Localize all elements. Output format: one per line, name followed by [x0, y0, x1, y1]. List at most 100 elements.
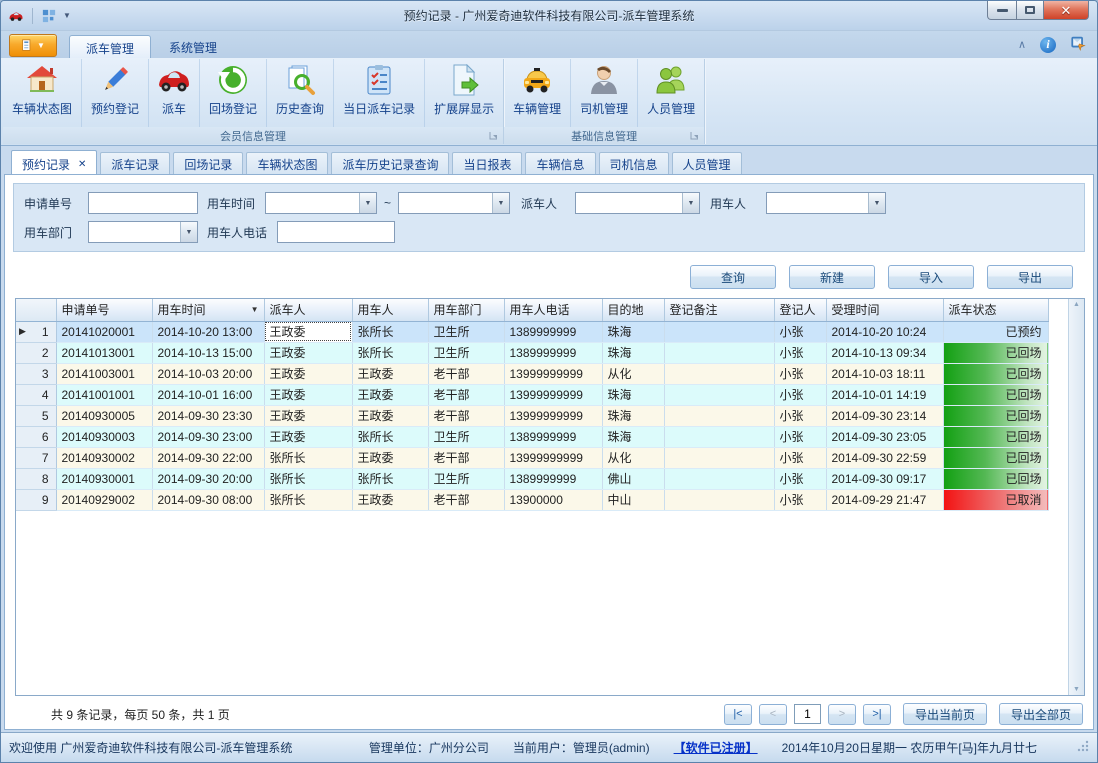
cell-note[interactable]: [664, 321, 774, 342]
cell-registrar[interactable]: 小张: [774, 426, 826, 447]
cell-user[interactable]: 张所长: [352, 342, 428, 363]
doc-tab-5[interactable]: 当日报表: [452, 152, 522, 174]
import-button[interactable]: 导入: [888, 265, 974, 289]
quick-access-dropdown-icon[interactable]: ▼: [63, 11, 71, 20]
time-to-combo[interactable]: ▼: [398, 192, 510, 214]
row-indicator[interactable]: 2: [16, 342, 56, 363]
dialog-launcher-icon[interactable]: [488, 130, 500, 142]
row-indicator[interactable]: ▶1: [16, 321, 56, 342]
cell-status[interactable]: 已取消: [943, 489, 1048, 510]
cell-note[interactable]: [664, 489, 774, 510]
column-header-10[interactable]: 受理时间: [826, 299, 943, 321]
time-from-combo[interactable]: ▼: [265, 192, 377, 214]
column-header-5[interactable]: 用车部门: [428, 299, 504, 321]
next-page-button[interactable]: >: [828, 704, 856, 725]
column-header-11[interactable]: 派车状态: [943, 299, 1048, 321]
sort-desc-icon[interactable]: ▼: [251, 305, 259, 314]
ribbon-button-house[interactable]: 车辆状态图: [3, 59, 82, 127]
table-row-4[interactable]: 5201409300052014-09-30 23:30王政委王政委老干部139…: [16, 405, 1048, 426]
cell-registrar[interactable]: 小张: [774, 405, 826, 426]
table-row-0[interactable]: ▶1201410200012014-10-20 13:00王政委张所长卫生所13…: [16, 321, 1048, 342]
ribbon-button-recycle[interactable]: 回场登记: [200, 59, 267, 127]
cell-note[interactable]: [664, 426, 774, 447]
cell-dept[interactable]: 老干部: [428, 489, 504, 510]
cell-phone[interactable]: 1389999999: [504, 426, 602, 447]
cell-note[interactable]: [664, 363, 774, 384]
cell-use-time[interactable]: 2014-10-03 20:00: [152, 363, 264, 384]
cell-destination[interactable]: 从化: [602, 363, 664, 384]
cell-status[interactable]: 已回场: [943, 447, 1048, 468]
cell-phone[interactable]: 13999999999: [504, 447, 602, 468]
cell-dispatcher[interactable]: 张所长: [264, 447, 352, 468]
prev-page-button[interactable]: <: [759, 704, 787, 725]
cell-dept[interactable]: 老干部: [428, 405, 504, 426]
cell-destination[interactable]: 珠海: [602, 342, 664, 363]
doc-tab-0[interactable]: 预约记录✕: [11, 150, 97, 174]
dialog-launcher-icon[interactable]: [689, 130, 701, 142]
resize-grip[interactable]: [1077, 740, 1089, 755]
scroll-down-icon[interactable]: ▼: [1073, 686, 1080, 693]
column-header-2[interactable]: 用车时间▼: [152, 299, 264, 321]
cell-use-time[interactable]: 2014-09-30 23:30: [152, 405, 264, 426]
table-row-2[interactable]: 3201410030012014-10-03 20:00王政委王政委老干部139…: [16, 363, 1048, 384]
cell-status[interactable]: 已回场: [943, 342, 1048, 363]
last-page-button[interactable]: >|: [863, 704, 891, 725]
cell-registrar[interactable]: 小张: [774, 489, 826, 510]
cell-destination[interactable]: 珠海: [602, 426, 664, 447]
table-row-8[interactable]: 9201409290022014-09-30 08:00张所长王政委老干部139…: [16, 489, 1048, 510]
cell-phone[interactable]: 13999999999: [504, 384, 602, 405]
query-button[interactable]: 查询: [690, 265, 776, 289]
cell-status[interactable]: 已预约: [943, 321, 1048, 342]
cell-destination[interactable]: 珠海: [602, 405, 664, 426]
row-indicator[interactable]: 6: [16, 426, 56, 447]
cell-destination[interactable]: 珠海: [602, 321, 664, 342]
column-header-7[interactable]: 目的地: [602, 299, 664, 321]
column-header-0[interactable]: [16, 299, 56, 321]
cell-accept-time[interactable]: 2014-09-29 21:47: [826, 489, 943, 510]
cell-status[interactable]: 已回场: [943, 405, 1048, 426]
cell-phone[interactable]: 13999999999: [504, 363, 602, 384]
create-button[interactable]: 新建: [789, 265, 875, 289]
cell-registrar[interactable]: 小张: [774, 363, 826, 384]
cell-user[interactable]: 王政委: [352, 384, 428, 405]
doc-tab-6[interactable]: 车辆信息: [525, 152, 595, 174]
row-indicator[interactable]: 3: [16, 363, 56, 384]
minimize-button[interactable]: [987, 1, 1017, 20]
cell-phone[interactable]: 1389999999: [504, 468, 602, 489]
cell-status[interactable]: 已回场: [943, 468, 1048, 489]
layout-grid-icon[interactable]: [40, 8, 58, 24]
chevron-down-icon[interactable]: ▼: [492, 193, 509, 213]
cell-order-no[interactable]: 20141020001: [56, 321, 152, 342]
export-all-pages-button[interactable]: 导出全部页: [999, 703, 1083, 725]
cell-user[interactable]: 张所长: [352, 426, 428, 447]
cell-status[interactable]: 已回场: [943, 363, 1048, 384]
ribbon-button-pencil[interactable]: 预约登记: [82, 59, 149, 127]
column-header-3[interactable]: 派车人: [264, 299, 352, 321]
cell-use-time[interactable]: 2014-10-20 13:00: [152, 321, 264, 342]
cell-order-no[interactable]: 20140930005: [56, 405, 152, 426]
doc-tab-1[interactable]: 派车记录: [100, 152, 170, 174]
dispatcher-input[interactable]: [576, 193, 682, 213]
cell-destination[interactable]: 佛山: [602, 468, 664, 489]
time-to-input[interactable]: [399, 193, 492, 213]
cell-user[interactable]: 王政委: [352, 489, 428, 510]
cell-order-no[interactable]: 20140930002: [56, 447, 152, 468]
cell-accept-time[interactable]: 2014-09-30 23:05: [826, 426, 943, 447]
ribbon-button-checklist[interactable]: 当日派车记录: [334, 59, 425, 127]
cell-user[interactable]: 张所长: [352, 468, 428, 489]
ribbon-tab-1[interactable]: 系统管理: [153, 35, 233, 58]
cell-note[interactable]: [664, 342, 774, 363]
cell-accept-time[interactable]: 2014-09-30 09:17: [826, 468, 943, 489]
row-indicator[interactable]: 7: [16, 447, 56, 468]
cell-note[interactable]: [664, 384, 774, 405]
cell-note[interactable]: [664, 447, 774, 468]
cell-registrar[interactable]: 小张: [774, 321, 826, 342]
vertical-scrollbar[interactable]: ▲▼: [1068, 299, 1084, 695]
table-row-7[interactable]: 8201409300012014-09-30 20:00张所长张所长卫生所138…: [16, 468, 1048, 489]
export-button[interactable]: 导出: [987, 265, 1073, 289]
cell-dispatcher[interactable]: 张所长: [264, 468, 352, 489]
cell-note[interactable]: [664, 468, 774, 489]
cell-use-time[interactable]: 2014-10-13 15:00: [152, 342, 264, 363]
cell-use-time[interactable]: 2014-09-30 22:00: [152, 447, 264, 468]
close-icon[interactable]: ✕: [78, 159, 86, 170]
